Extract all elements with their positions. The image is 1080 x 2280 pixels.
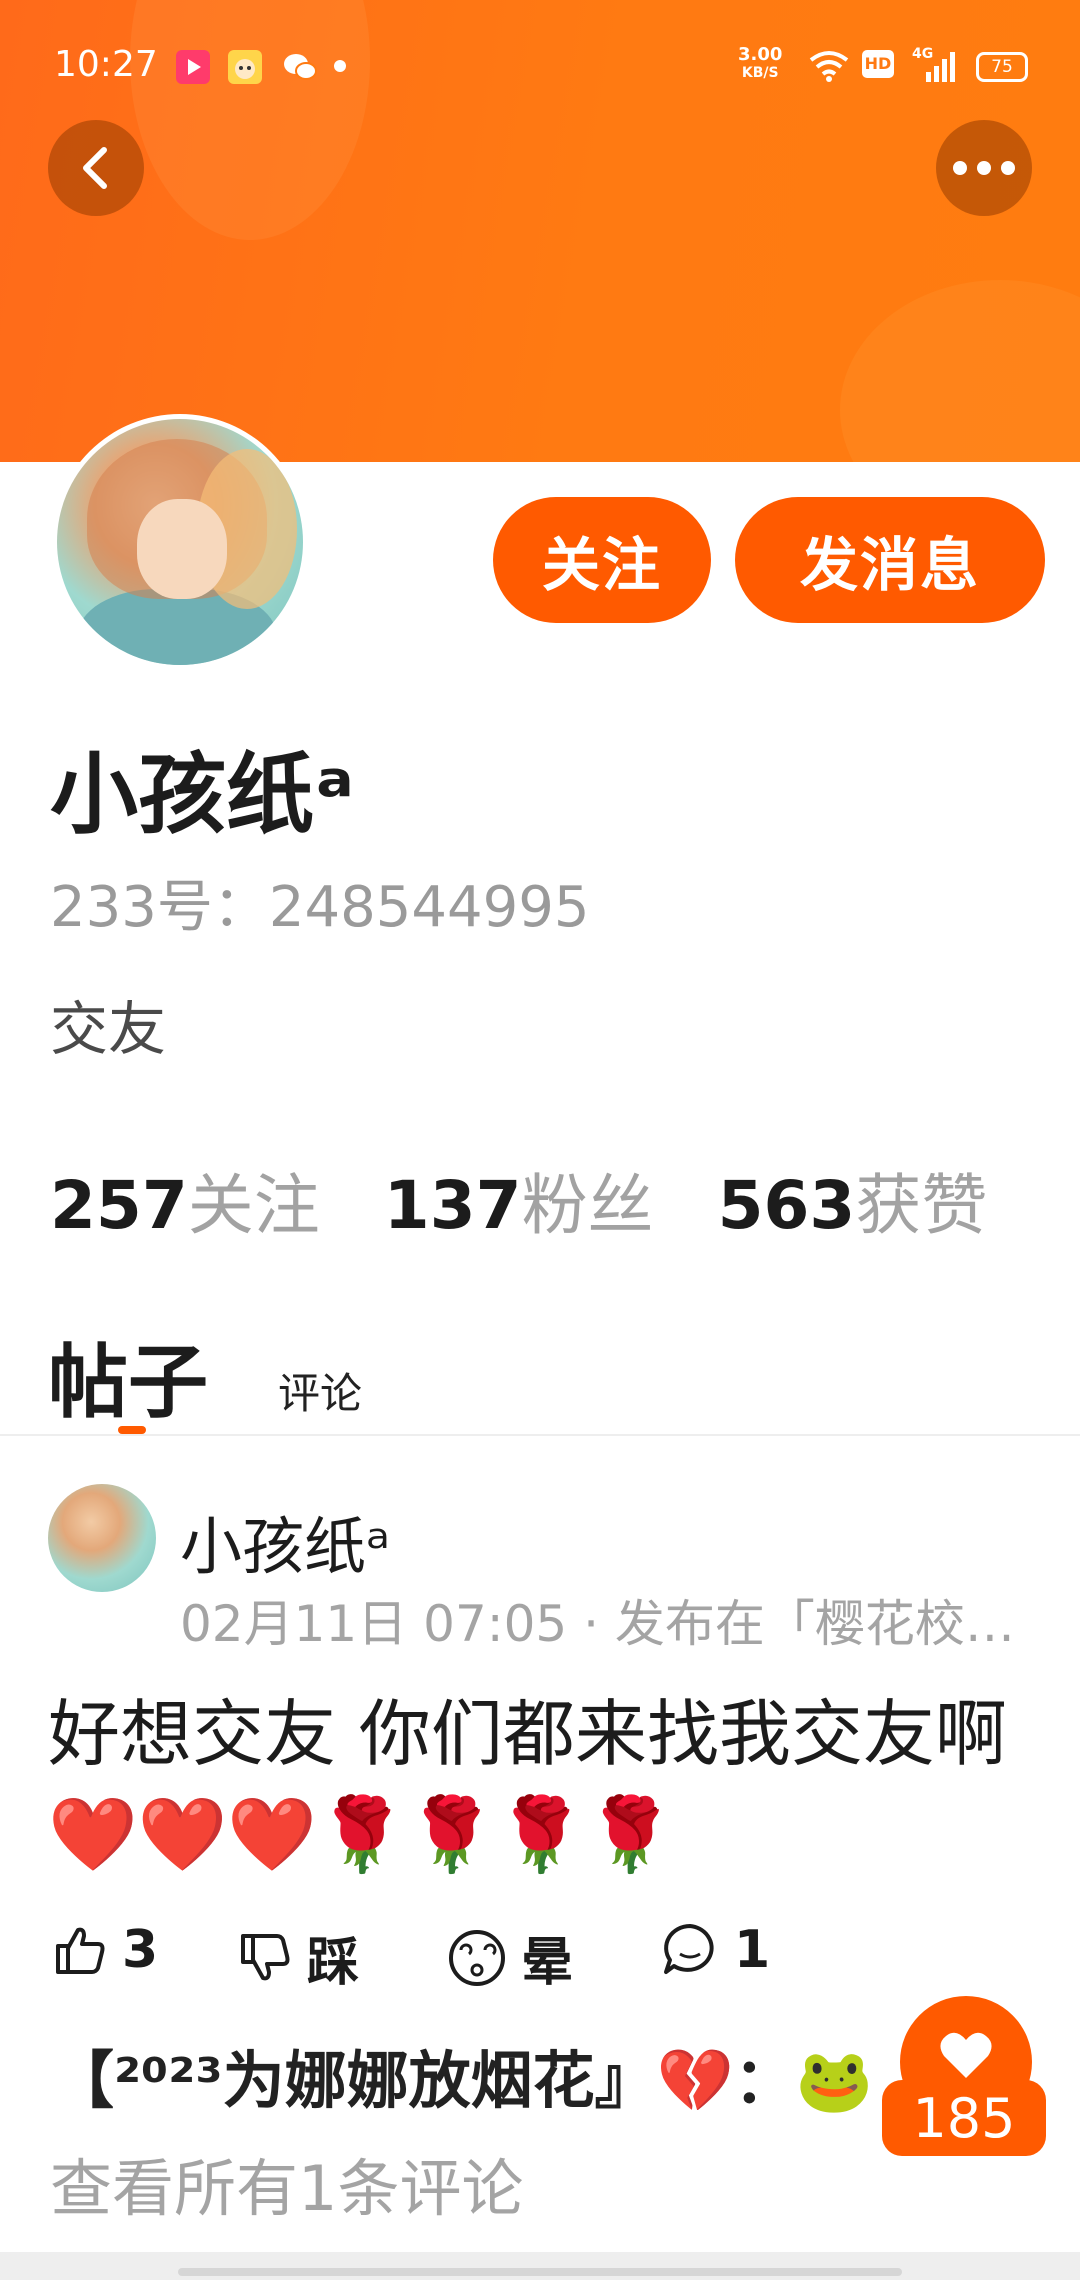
hd-icon: HD	[862, 50, 894, 78]
video-app-icon	[176, 50, 210, 84]
tab-posts[interactable]: 帖子	[48, 1318, 208, 1434]
status-bar: 10:27 3.00 KB/S HD 4G 75	[0, 0, 1080, 130]
network-speed: 3.00 KB/S	[738, 46, 782, 82]
floating-like-count: 185	[882, 2080, 1046, 2156]
active-tab-indicator	[118, 1426, 146, 1434]
signal-icon: 4G	[912, 46, 958, 88]
bottom-strip	[0, 2252, 1080, 2280]
thumbs-up-icon	[56, 1927, 105, 1974]
dizzy-face-icon	[449, 1929, 505, 1986]
profile-bio: 交友	[50, 995, 167, 1063]
stat-followers[interactable]: 137粉丝	[384, 1152, 654, 1248]
comment-button[interactable]: 1	[660, 1920, 770, 1980]
chevron-left-icon	[83, 147, 107, 189]
stat-following-count: 257	[50, 1167, 188, 1244]
dizzy-label: 晕	[521, 1933, 574, 1993]
tab-comments[interactable]: 评论	[278, 1360, 362, 1421]
dislike-label: 踩	[307, 1933, 360, 1993]
signal-type: 4G	[912, 46, 934, 62]
banner-decoration	[840, 280, 1080, 462]
stat-likes-count: 563	[717, 1167, 856, 1244]
profile-stats: 257关注 137粉丝 563获赞	[50, 1152, 987, 1248]
stat-likes-label: 获赞	[855, 1167, 988, 1244]
comment-bubble-icon	[664, 1924, 714, 1974]
post-content[interactable]: 好想交友 你们都来找我交友啊❤️❤️❤️🌹🌹🌹🌹	[48, 1684, 1048, 1884]
post-meta: 02月11日 07:05 · 发布在「樱花校…	[180, 1595, 1015, 1653]
like-count: 3	[122, 1920, 159, 1980]
dislike-button[interactable]: 踩	[237, 1920, 359, 1995]
stat-likes[interactable]: 563获赞	[718, 1152, 988, 1248]
comment-count: 1	[734, 1920, 771, 1980]
stat-followers-label: 粉丝	[521, 1167, 654, 1244]
profile-nickname: 小孩纸ᵃ	[50, 743, 355, 846]
status-time: 10:27	[54, 44, 158, 85]
send-message-button[interactable]: 发消息	[735, 497, 1045, 623]
thumbs-down-icon	[241, 1933, 290, 1980]
more-options-button[interactable]	[936, 120, 1032, 216]
avatar-image	[57, 419, 303, 665]
post-author-name[interactable]: 小孩纸ᵃ	[180, 1496, 390, 1586]
battery-indicator: 75	[976, 52, 1028, 82]
stat-following[interactable]: 257关注	[50, 1152, 320, 1248]
post-author-avatar[interactable]	[48, 1484, 156, 1592]
profile-uid: 233号：248544995	[50, 875, 590, 940]
more-horizontal-icon	[953, 161, 1015, 175]
wifi-icon	[808, 50, 850, 86]
stat-following-label: 关注	[187, 1167, 320, 1244]
back-button[interactable]	[48, 120, 144, 216]
divider	[0, 1434, 1080, 1436]
stat-followers-count: 137	[383, 1167, 522, 1244]
network-speed-value: 3.00	[738, 44, 783, 65]
heart-icon	[940, 2032, 992, 2078]
wechat-icon	[282, 50, 317, 84]
like-button[interactable]: 3	[52, 1920, 158, 1980]
profile-avatar[interactable]	[52, 414, 308, 670]
view-all-comments-link[interactable]: 查看所有1条评论	[50, 2138, 523, 2228]
dizzy-button[interactable]: 晕	[447, 1920, 573, 1995]
network-speed-unit: KB/S	[741, 65, 779, 81]
follow-button[interactable]: 关注	[493, 497, 711, 623]
hot-comment[interactable]: 【²⁰²³为娜娜放烟花』💔：🐸	[52, 2030, 873, 2120]
notification-dot	[334, 60, 346, 72]
cartoon-app-icon	[228, 50, 262, 84]
scroll-indicator	[178, 2268, 902, 2276]
